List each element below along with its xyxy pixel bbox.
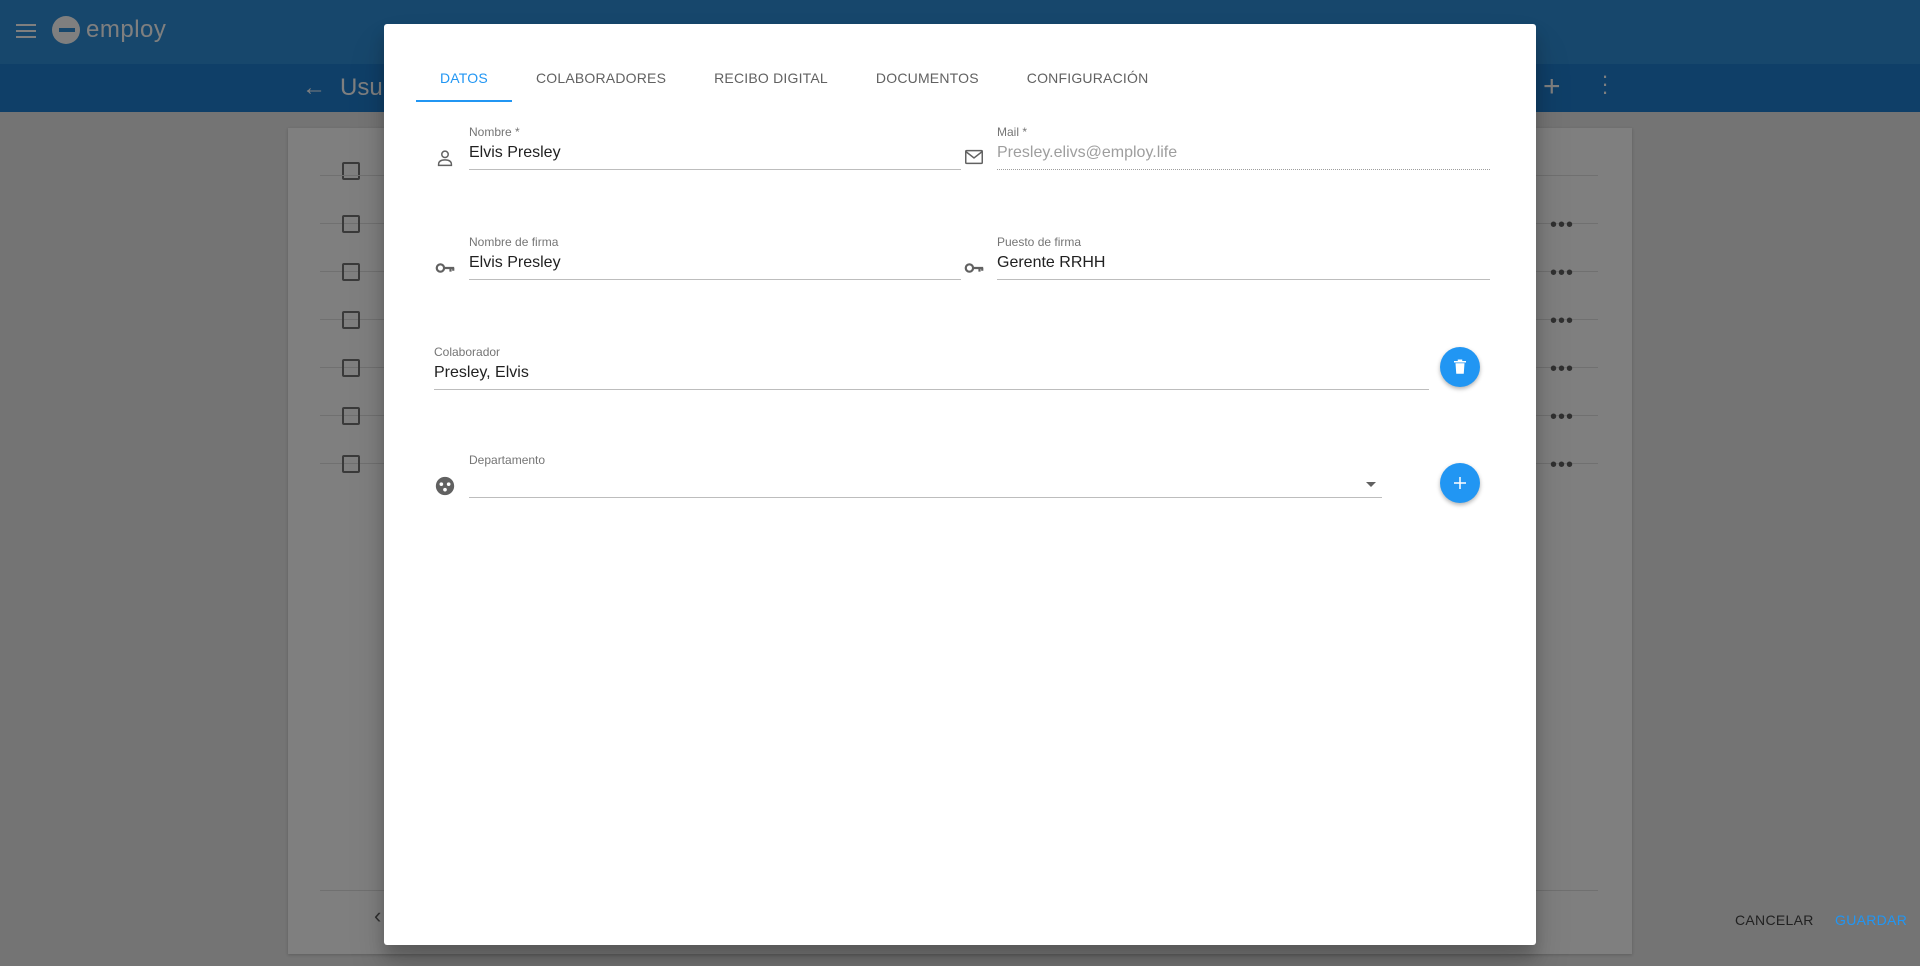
nombre-firma-field[interactable]: Nombre de firma Elvis Presley xyxy=(469,235,961,280)
tab-configuracion[interactable]: CONFIGURACIÓN xyxy=(1003,54,1173,102)
nombre-firma-input[interactable]: Elvis Presley xyxy=(469,249,961,280)
departamento-label: Departamento xyxy=(469,453,546,467)
delete-colaborador-button[interactable] xyxy=(1440,347,1480,387)
nombre-field[interactable]: Nombre * Elvis Presley xyxy=(469,125,961,170)
mail-input: Presley.elivs@employ.life xyxy=(997,139,1490,170)
add-departamento-button[interactable] xyxy=(1440,463,1480,503)
person-icon xyxy=(437,150,453,167)
group-icon xyxy=(435,476,455,496)
edit-user-dialog: DATOS COLABORADORES RECIBO DIGITAL DOCUM… xyxy=(384,24,1907,945)
trash-icon xyxy=(1454,359,1466,374)
departamento-field[interactable]: Departamento xyxy=(469,453,1382,498)
nombre-firma-label: Nombre de firma xyxy=(469,235,559,249)
plus-icon xyxy=(1454,477,1466,489)
puesto-firma-label: Puesto de firma xyxy=(997,235,1082,249)
puesto-firma-input[interactable]: Gerente RRHH xyxy=(997,249,1490,280)
nombre-label: Nombre * xyxy=(469,125,520,139)
cancel-button[interactable]: CANCELAR xyxy=(1735,912,1814,928)
nombre-input[interactable]: Elvis Presley xyxy=(469,139,961,170)
key-icon xyxy=(435,263,455,273)
tab-datos[interactable]: DATOS xyxy=(416,54,512,102)
departamento-select[interactable] xyxy=(469,467,1382,498)
colaborador-label: Colaborador xyxy=(434,345,501,359)
save-button[interactable]: GUARDAR xyxy=(1835,912,1907,928)
tab-documentos[interactable]: DOCUMENTOS xyxy=(852,54,1003,102)
dropdown-arrow-icon[interactable] xyxy=(1366,482,1376,487)
mail-icon xyxy=(965,149,983,165)
puesto-firma-field[interactable]: Puesto de firma Gerente RRHH xyxy=(997,235,1490,280)
mail-field: Mail * Presley.elivs@employ.life xyxy=(997,125,1490,170)
tab-colaboradores[interactable]: COLABORADORES xyxy=(512,54,690,102)
mail-label: Mail * xyxy=(997,125,1028,139)
tab-recibo-digital[interactable]: RECIBO DIGITAL xyxy=(690,54,852,102)
dialog-tabs: DATOS COLABORADORES RECIBO DIGITAL DOCUM… xyxy=(416,54,1172,102)
colaborador-input[interactable]: Presley, Elvis xyxy=(434,359,1429,390)
key-icon xyxy=(964,263,984,273)
colaborador-field[interactable]: Colaborador Presley, Elvis xyxy=(434,345,1429,390)
